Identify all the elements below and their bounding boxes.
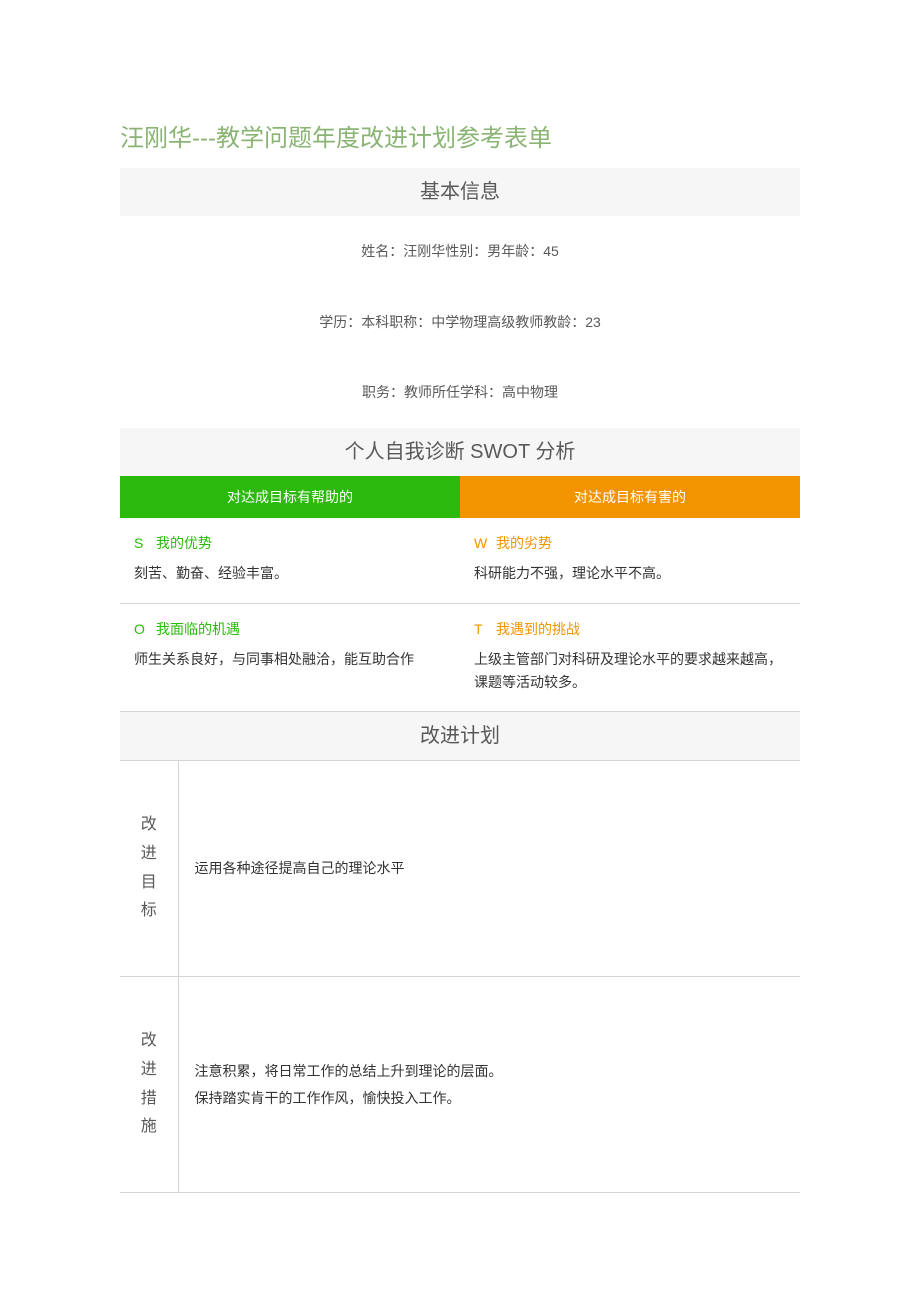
swot-o-letter: O [134,618,156,640]
swot-t-label: 我遇到的挑战 [496,621,580,637]
swot-cell-s: S我的优势 刻苦、勤奋、经验丰富。 [120,518,460,603]
plan-header: 改进计划 [120,712,800,761]
plan-goal-label-char: 目 [128,869,170,898]
swot-o-label: 我面临的机遇 [156,621,240,637]
swot-w-content: 科研能力不强，理论水平不高。 [474,562,786,584]
plan-goal-content: 运用各种途径提高自己的理论水平 [178,761,800,977]
basic-info-row-1: 姓名：汪刚华性别：男年龄：45 [120,216,800,286]
swot-s-content: 刻苦、勤奋、经验丰富。 [134,562,446,584]
basic-info-row-2: 学历：本科职称：中学物理高级教师教龄：23 [120,287,800,357]
swot-t-content: 上级主管部门对科研及理论水平的要求越来越高，课题等活动较多。 [474,648,786,693]
swot-harmful-header: 对达成目标有害的 [460,476,800,518]
swot-s-letter: S [134,532,156,554]
plan-measure-label-char: 施 [128,1113,170,1142]
swot-column-headers: 对达成目标有帮助的 对达成目标有害的 [120,476,800,518]
plan-goal-label: 改 进 目 标 [120,761,178,977]
basic-info-row-3: 职务：教师所任学科：高中物理 [120,357,800,427]
plan-row-measure: 改 进 措 施 注意积累，将日常工作的总结上升到理论的层面。 保持踏实肯干的工作… [120,977,800,1193]
swot-t-letter: T [474,618,496,640]
swot-helpful-header: 对达成目标有帮助的 [120,476,460,518]
swot-cell-t: T我遇到的挑战 上级主管部门对科研及理论水平的要求越来越高，课题等活动较多。 [460,604,800,711]
plan-goal-label-char: 改 [128,811,170,840]
plan-table: 改 进 目 标 运用各种途径提高自己的理论水平 改 进 措 施 注意积累，将日常… [120,761,800,1193]
plan-measure-label-char: 进 [128,1056,170,1085]
plan-row-goal: 改 进 目 标 运用各种途径提高自己的理论水平 [120,761,800,977]
swot-row-ot: O我面临的机遇 师生关系良好，与同事相处融洽，能互助合作 T我遇到的挑战 上级主… [120,604,800,712]
swot-w-label: 我的劣势 [496,535,552,551]
plan-measure-line: 保持踏实肯干的工作作风，愉快投入工作。 [195,1085,785,1112]
swot-cell-w: W我的劣势 科研能力不强，理论水平不高。 [460,518,800,603]
plan-measure-content: 注意积累，将日常工作的总结上升到理论的层面。 保持踏实肯干的工作作风，愉快投入工… [178,977,800,1193]
plan-measure-label-char: 改 [128,1027,170,1056]
swot-o-content: 师生关系良好，与同事相处融洽，能互助合作 [134,648,446,670]
swot-cell-o: O我面临的机遇 师生关系良好，与同事相处融洽，能互助合作 [120,604,460,711]
plan-measure-line: 注意积累，将日常工作的总结上升到理论的层面。 [195,1058,785,1085]
plan-measure-label: 改 进 措 施 [120,977,178,1193]
page-title: 汪刚华---教学问题年度改进计划参考表单 [120,120,800,158]
swot-w-letter: W [474,532,496,554]
basic-info-block: 姓名：汪刚华性别：男年龄：45 学历：本科职称：中学物理高级教师教龄：23 职务… [120,216,800,427]
plan-goal-label-char: 进 [128,840,170,869]
plan-goal-label-char: 标 [128,897,170,926]
swot-row-sw: S我的优势 刻苦、勤奋、经验丰富。 W我的劣势 科研能力不强，理论水平不高。 [120,518,800,604]
swot-header: 个人自我诊断 SWOT 分析 [120,428,800,476]
plan-measure-label-char: 措 [128,1085,170,1114]
swot-s-label: 我的优势 [156,535,212,551]
basic-info-header: 基本信息 [120,168,800,216]
